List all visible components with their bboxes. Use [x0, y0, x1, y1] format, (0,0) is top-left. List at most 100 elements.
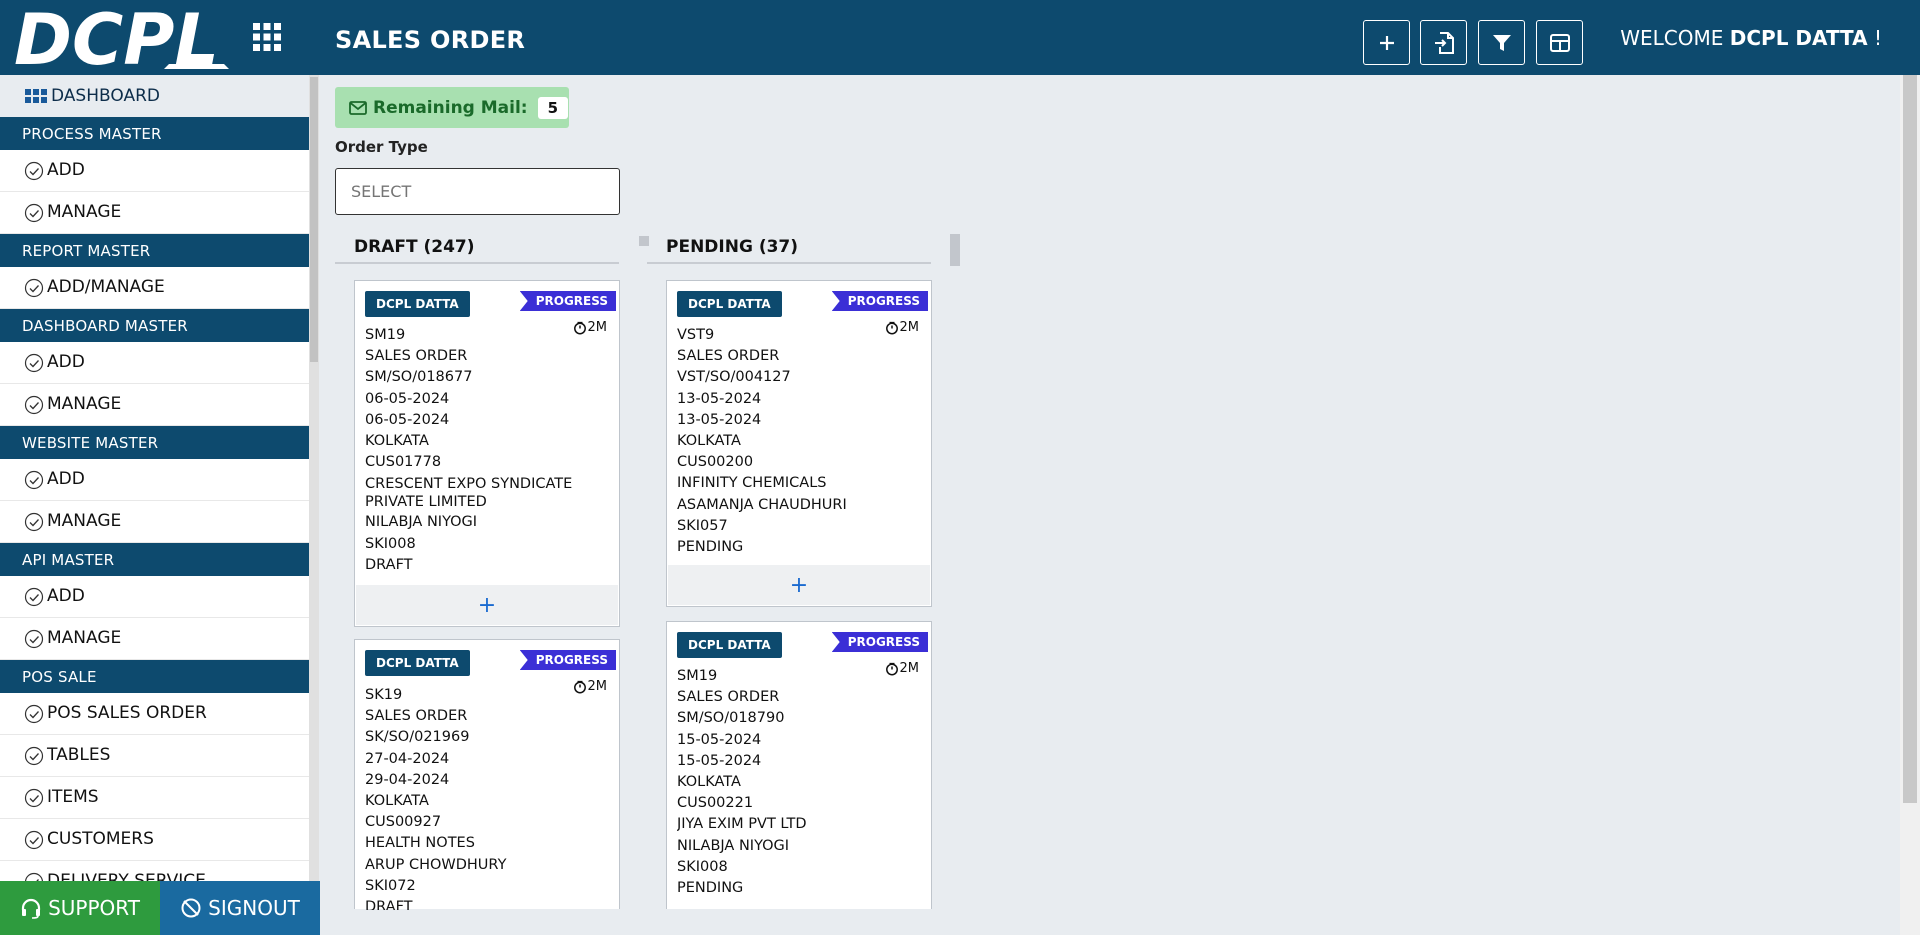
sidebar-item-items[interactable]: ITEMS: [0, 777, 309, 819]
card-line: NILABJA NIYOGI: [365, 514, 478, 531]
plus-icon: [1379, 35, 1394, 50]
check-circle-icon: [24, 512, 44, 532]
support-label: SUPPORT: [48, 896, 140, 920]
card-line: SKI008: [365, 535, 416, 552]
sidebar-item-label: TABLES: [47, 745, 111, 765]
sidebar-item-process-manage[interactable]: MANAGE: [0, 192, 309, 234]
assignee-badge: DCPL DATTA: [677, 291, 782, 317]
main-scrollbar[interactable]: [1900, 75, 1920, 935]
check-circle-icon: [24, 161, 44, 181]
welcome-prefix: WELCOME: [1620, 26, 1724, 50]
support-button[interactable]: SUPPORT: [0, 881, 160, 935]
card-line: SM/SO/018790: [677, 710, 785, 727]
sidebar-scrollbar-thumb[interactable]: [310, 77, 318, 362]
kanban-card[interactable]: DCPL DATTA PROGRESS 2M VST9 SALES ORDER …: [666, 280, 932, 607]
card-line: CUS01778: [365, 454, 442, 471]
check-circle-icon: [24, 872, 44, 881]
sidebar-item-dashboard-add[interactable]: ADD: [0, 342, 309, 384]
card-line: NILABJA NIYOGI: [677, 837, 790, 854]
sidebar-item-api-add[interactable]: ADD: [0, 576, 309, 618]
import-button[interactable]: [1420, 20, 1467, 65]
apps-grid-icon[interactable]: [252, 22, 282, 52]
welcome-user: DCPL DATTA: [1729, 26, 1868, 50]
column-title: DRAFT (247): [335, 232, 619, 264]
order-type-label: Order Type: [335, 138, 428, 156]
table-view-button[interactable]: [1536, 20, 1583, 65]
sidebar-item-website-add[interactable]: ADD: [0, 459, 309, 501]
order-type-select[interactable]: [335, 168, 620, 215]
sidebar: DASHBOARD PROCESS MASTER ADD MANAGE REPO…: [0, 75, 309, 881]
filter-button[interactable]: [1478, 20, 1525, 65]
status-ribbon: PROGRESS: [519, 650, 616, 670]
welcome-suffix: !: [1873, 26, 1882, 50]
sidebar-item-tables[interactable]: TABLES: [0, 735, 309, 777]
sidebar-section-website-master: WEBSITE MASTER: [0, 426, 309, 459]
card-line: ASAMANJA CHAUDHURI: [677, 496, 847, 513]
check-circle-icon: [24, 587, 44, 607]
kanban-column-draft: DRAFT (247): [335, 232, 619, 278]
signout-label: SIGNOUT: [208, 896, 300, 920]
headset-icon: [21, 898, 41, 919]
kanban-card[interactable]: DCPL DATTA PROGRESS 2M SM19 SALES ORDER …: [354, 280, 620, 627]
card-line: SM19: [677, 668, 718, 684]
top-bar: DCPL SALES ORDER WELCOME DCPL DATTA !: [0, 0, 1920, 75]
card-details: SM19 SALES ORDER SM/SO/018790 15-05-2024…: [677, 666, 923, 910]
card-line: SALES ORDER: [365, 348, 468, 365]
check-circle-icon: [24, 746, 44, 766]
sidebar-section-process-master: PROCESS MASTER: [0, 117, 309, 150]
envelope-icon: [349, 100, 367, 115]
sidebar-item-api-manage[interactable]: MANAGE: [0, 618, 309, 660]
card-line: SKI008: [677, 858, 728, 875]
assignee-badge: DCPL DATTA: [677, 632, 782, 658]
sidebar-item-pos-sales-order[interactable]: POS SALES ORDER: [0, 693, 309, 735]
sidebar-item-dashboard[interactable]: DASHBOARD: [0, 75, 309, 117]
card-line: 06-05-2024: [365, 411, 450, 428]
card-line: SALES ORDER: [677, 689, 780, 706]
card-line: CUS00221: [677, 795, 754, 812]
sidebar-item-customers[interactable]: CUSTOMERS: [0, 819, 309, 861]
sidebar-item-label: MANAGE: [47, 394, 122, 414]
add-button[interactable]: [1363, 20, 1410, 65]
sidebar-scrollbar[interactable]: [309, 75, 319, 881]
card-line: SK/SO/021969: [365, 729, 470, 746]
main-scrollbar-thumb[interactable]: [1903, 75, 1917, 803]
signout-button[interactable]: SIGNOUT: [160, 881, 320, 935]
kanban-column-pending: PENDING (37): [647, 232, 931, 278]
file-import-icon: [1434, 31, 1454, 54]
sidebar-item-label: DASHBOARD: [51, 86, 160, 106]
column-title: PENDING (37): [647, 232, 931, 264]
assignee-badge: DCPL DATTA: [365, 650, 470, 676]
sidebar-item-label: DELIVERY SERVICE PROVIDERS: [47, 871, 206, 881]
card-line: CRESCENT EXPO SYNDICATE PRIVATE LIMITED: [365, 476, 573, 511]
dcpl-logo: DCPL: [14, 6, 229, 69]
sidebar-item-label: ADD: [47, 586, 85, 606]
sidebar-item-label: MANAGE: [47, 511, 122, 531]
card-line: 06-05-2024: [365, 390, 450, 407]
svg-text:DCPL: DCPL: [14, 6, 219, 69]
sidebar-item-report-add-manage[interactable]: ADD/MANAGE: [0, 267, 309, 309]
card-add-button[interactable]: +: [356, 585, 618, 625]
check-circle-icon: [24, 395, 44, 415]
card-line: CUS00927: [365, 814, 442, 831]
sidebar-item-website-manage[interactable]: MANAGE: [0, 501, 309, 543]
kanban-card[interactable]: DCPL DATTA PROGRESS 2M SM19 SALES ORDER …: [666, 621, 932, 909]
sidebar-item-label: ADD/MANAGE: [47, 277, 165, 297]
remaining-mail-badge: Remaining Mail: 5: [335, 87, 569, 128]
kanban-card[interactable]: DCPL DATTA PROGRESS 2M SK19 SALES ORDER …: [354, 639, 620, 910]
sidebar-item-label: MANAGE: [47, 628, 122, 648]
sidebar-item-process-add[interactable]: ADD: [0, 150, 309, 192]
card-line: SKI057: [677, 517, 728, 534]
card-line: INFINITY CHEMICALS: [677, 475, 827, 492]
sidebar-item-delivery-service-providers[interactable]: DELIVERY SERVICE PROVIDERS: [0, 861, 309, 881]
card-line: DRAFT: [365, 899, 413, 910]
card-add-button[interactable]: +: [668, 565, 930, 605]
sidebar-item-dashboard-manage[interactable]: MANAGE: [0, 384, 309, 426]
sidebar-item-label: ADD: [47, 469, 85, 489]
filter-icon: [1492, 34, 1511, 51]
column-scrollbar[interactable]: [950, 234, 960, 266]
card-line: HEALTH NOTES: [365, 835, 475, 852]
check-circle-icon: [24, 629, 44, 649]
card-line: 29-04-2024: [365, 771, 450, 788]
card-line: 15-05-2024: [677, 752, 762, 769]
check-circle-icon: [24, 470, 44, 490]
